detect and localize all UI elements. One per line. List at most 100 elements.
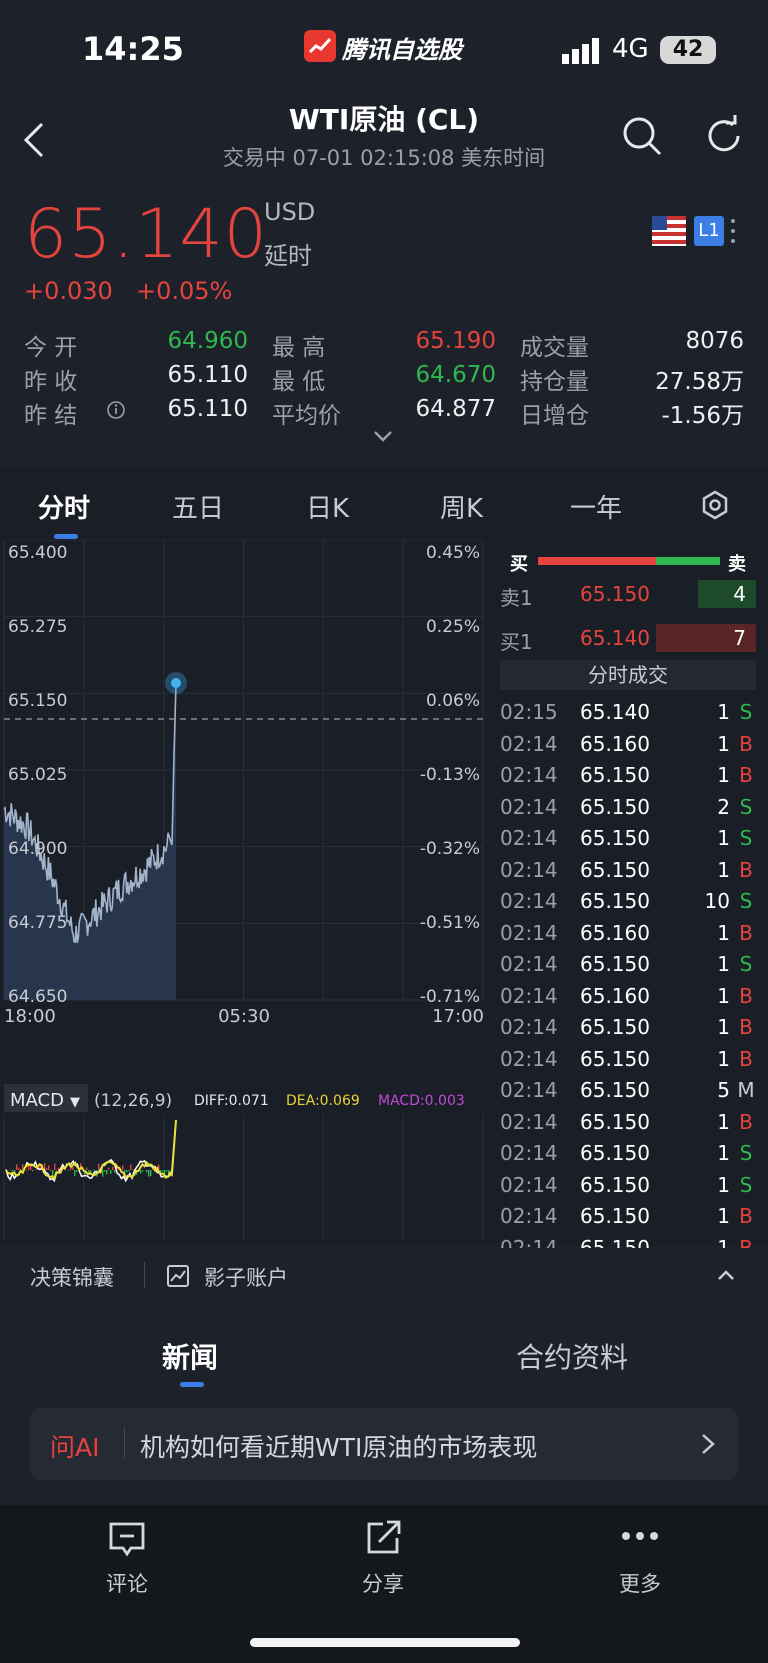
- tick-row: 02:14 65.160 1 B: [500, 984, 756, 1015]
- tick-time: 02:14: [500, 889, 558, 913]
- tick-time: 02:14: [500, 763, 558, 787]
- pct-tick-label: 0.06%: [426, 691, 480, 711]
- share-icon[interactable]: [363, 1518, 403, 1558]
- tick-row: 02:14 65.150 1 B: [500, 1110, 756, 1141]
- macd-bar: [86, 1167, 88, 1170]
- ticks-header: 分时成交: [500, 660, 756, 690]
- tick-volume: 1: [717, 952, 730, 976]
- price-change-pct: +0.05%: [136, 277, 233, 305]
- tick-time: 02:14: [500, 1109, 558, 1134]
- tool-bar: [0, 1248, 768, 1304]
- tab-weekly-k[interactable]: 周K: [440, 488, 483, 525]
- share-label[interactable]: 分享: [333, 1568, 433, 1598]
- macd-bar: [140, 1170, 142, 1174]
- tick-price: 65.150: [580, 794, 650, 819]
- tick-side: B: [739, 1109, 753, 1134]
- search-icon[interactable]: [620, 114, 664, 158]
- tick-time: 02:14: [500, 826, 558, 850]
- tick-side: S: [739, 826, 753, 850]
- stat-value: 27.58万: [655, 369, 744, 395]
- macd-bar: [146, 1170, 148, 1173]
- network-type: 4G: [612, 34, 649, 64]
- macd-bar: [98, 1163, 100, 1170]
- macd-bar: [50, 1170, 52, 1171]
- tick-time: 02:14: [500, 1046, 558, 1071]
- comment-icon[interactable]: [107, 1520, 147, 1560]
- time-tick-label: 17:00: [432, 1006, 484, 1027]
- tick-side: S: [739, 1141, 753, 1165]
- tab-daily-k[interactable]: 日K: [306, 488, 349, 525]
- tick-row: 02:14 65.150 10 S: [500, 889, 756, 920]
- divider: [124, 1428, 125, 1458]
- stat-label: 今 开: [24, 335, 78, 361]
- tab-intraday[interactable]: 分时: [38, 488, 90, 525]
- ask-ai-label: 问AI: [50, 1433, 100, 1462]
- buy1-volume: 7: [656, 624, 756, 652]
- last-point: [171, 678, 181, 688]
- price-change: +0.030: [24, 277, 113, 305]
- tick-price: 65.150: [580, 1078, 650, 1102]
- chevron-up-icon[interactable]: [716, 1268, 736, 1282]
- tick-volume: 1: [717, 763, 730, 787]
- macd-bar: [148, 1170, 150, 1177]
- macd-bar: [32, 1170, 34, 1172]
- comment-label[interactable]: 评论: [77, 1568, 177, 1598]
- dropdown-arrow-icon: ▼: [70, 1095, 80, 1110]
- settings-icon[interactable]: [700, 490, 730, 520]
- indicator-name: MACD: [10, 1090, 64, 1111]
- l1-badge[interactable]: L1: [694, 216, 724, 246]
- tick-side: B: [739, 857, 753, 882]
- tick-row: 02:14 65.160 1 B: [500, 732, 756, 763]
- tick-row: 02:14 65.150 1 B: [500, 858, 756, 889]
- tick-volume: 1: [717, 1015, 730, 1039]
- shadow-account[interactable]: 影子账户: [204, 1262, 288, 1292]
- tick-row: 02:14 65.150 1 S: [500, 1141, 756, 1172]
- macd-bar: [104, 1170, 106, 1172]
- tick-time: 02:14: [500, 1078, 558, 1102]
- time-tick-label: 18:00: [4, 1006, 56, 1027]
- tick-time: 02:14: [500, 952, 558, 976]
- stat-label: 成交量: [520, 335, 589, 361]
- tick-volume: 1: [717, 857, 730, 882]
- decision-tool[interactable]: 决策锦囊: [30, 1262, 114, 1292]
- tab-five-day[interactable]: 五日: [172, 488, 224, 525]
- tick-side: B: [739, 731, 753, 756]
- news-tab-indicator: [180, 1382, 204, 1387]
- refresh-icon[interactable]: [702, 114, 746, 158]
- tab-contract-info[interactable]: 合约资料: [516, 1336, 628, 1376]
- tab-one-year[interactable]: 一年: [570, 488, 622, 525]
- buy1-price: 65.140: [580, 626, 650, 650]
- more-label[interactable]: 更多: [590, 1568, 690, 1598]
- stat-label: 最 高: [272, 335, 326, 361]
- more-vertical-icon[interactable]: [728, 216, 738, 246]
- ask-ai-question[interactable]: 机构如何看近期WTI原油的市场表现: [140, 1428, 537, 1464]
- tick-price: 65.150: [580, 952, 650, 976]
- tick-volume: 1: [717, 826, 730, 850]
- stat-label: 平均价: [272, 403, 341, 429]
- tick-side: B: [739, 1015, 753, 1039]
- tab-news[interactable]: 新闻: [162, 1336, 218, 1376]
- home-indicator: [250, 1638, 520, 1647]
- macd-bar: [162, 1170, 164, 1172]
- tick-volume: 1: [717, 983, 730, 1008]
- tick-volume: 1: [717, 700, 730, 724]
- tick-volume: 1: [717, 920, 730, 945]
- chevron-down-icon[interactable]: [372, 428, 394, 444]
- info-icon[interactable]: [106, 400, 126, 420]
- tick-price: 65.140: [580, 700, 650, 724]
- buy1-label: 买1: [500, 630, 533, 654]
- pct-tick-label: -0.51%: [420, 913, 480, 933]
- indicator-params: (12,26,9): [94, 1091, 172, 1111]
- tick-side: B: [739, 1046, 753, 1071]
- macd-bar: [26, 1170, 28, 1171]
- more-icon[interactable]: [620, 1520, 660, 1560]
- chevron-right-icon[interactable]: [700, 1432, 716, 1456]
- macd-bar: [112, 1166, 114, 1170]
- tick-time: 02:14: [500, 1015, 558, 1039]
- tick-volume: 1: [717, 1172, 730, 1197]
- tick-price: 65.150: [580, 1015, 650, 1039]
- macd-bar: [114, 1170, 116, 1173]
- stat-label: 昨 收: [24, 369, 78, 395]
- macd-bar: [56, 1169, 58, 1170]
- intraday-chart[interactable]: 65.400 0.45% 65.275 0.25% 65.150 0.06% 65.025 -…: [0, 540, 490, 1240]
